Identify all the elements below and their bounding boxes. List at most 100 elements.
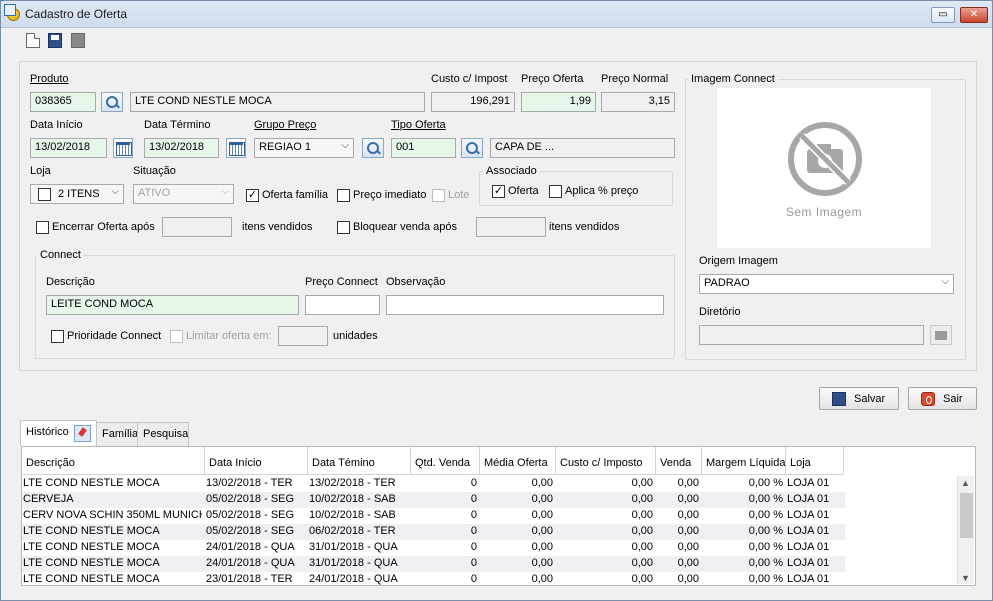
- aplica-preco-label: Aplica % preço: [565, 185, 639, 197]
- chevron-down-icon: ⌵: [941, 276, 949, 287]
- oferta-familia-checkbox[interactable]: [246, 189, 259, 202]
- scroll-down-icon[interactable]: ▼: [961, 573, 970, 583]
- column-header[interactable]: Descrição: [22, 447, 205, 475]
- data-inicio-input[interactable]: 13/02/2018: [30, 138, 107, 158]
- table-row[interactable]: LTE COND NESTLE MOCA 24/01/2018 - QUA 31/0…: [22, 540, 845, 556]
- connect-descricao-label: Descrição: [46, 276, 95, 288]
- table-cell: 0,00 %: [748, 557, 783, 569]
- unidades-label: unidades: [333, 330, 378, 342]
- table-cell: 23/01/2018 - TER: [206, 573, 293, 585]
- encerrar-oferta-input[interactable]: [162, 217, 232, 237]
- table-row[interactable]: LTE COND NESTLE MOCA 05/02/2018 - SEG 06/0…: [22, 524, 845, 540]
- bloquear-venda-label: Bloquear venda após: [353, 221, 457, 233]
- data-inicio-calendar-icon[interactable]: [113, 138, 133, 158]
- table-cell: 0,00: [631, 541, 653, 553]
- column-header[interactable]: Média Oferta: [480, 447, 556, 475]
- column-header[interactable]: Data Início: [205, 447, 308, 475]
- column-header[interactable]: Margem Líquida: [702, 447, 786, 475]
- table-cell: 0,00: [677, 541, 699, 553]
- table-row[interactable]: LTE COND NESTLE MOCA 24/01/2018 - QUA 31/0…: [22, 556, 845, 572]
- limitar-oferta-input[interactable]: [278, 326, 328, 346]
- produto-code-input[interactable]: 038365: [30, 92, 96, 112]
- observacao-input[interactable]: [386, 295, 664, 315]
- diretorio-input[interactable]: [699, 325, 924, 345]
- table-row[interactable]: CERVEJA 05/02/2018 - SEG 10/02/2018 - SAB 0…: [22, 492, 845, 508]
- scroll-thumb[interactable]: [960, 493, 973, 538]
- preco-oferta-input[interactable]: 1,99: [521, 92, 596, 112]
- table-cell: 0,00: [531, 541, 553, 553]
- encerrar-oferta-label: Encerrar Oferta após: [52, 221, 155, 233]
- exit-icon: [921, 392, 935, 406]
- pin-icon[interactable]: [74, 425, 91, 442]
- table-cell: 0,00: [631, 509, 653, 521]
- save-button[interactable]: Salvar: [819, 387, 899, 410]
- connect-title: Connect: [37, 249, 84, 261]
- tab-pesquisa[interactable]: Pesquisa: [137, 422, 189, 446]
- close-button[interactable]: ✕: [960, 7, 988, 23]
- data-termino-calendar-icon[interactable]: [226, 138, 246, 158]
- tipo-oferta-search-icon[interactable]: [461, 138, 483, 158]
- table-cell: 0,00: [631, 557, 653, 569]
- scroll-up-icon[interactable]: ▲: [961, 478, 970, 488]
- bloquear-venda-input[interactable]: [476, 217, 546, 237]
- diretorio-label: Diretório: [699, 306, 741, 318]
- produto-search-icon[interactable]: [101, 92, 123, 112]
- lote-checkbox[interactable]: [432, 189, 445, 202]
- preco-connect-input[interactable]: [305, 295, 380, 315]
- produto-label: Produto: [30, 73, 69, 85]
- exit-button[interactable]: Sair: [908, 387, 977, 410]
- table-cell: LOJA 01: [787, 541, 830, 553]
- table-cell: 0,00: [677, 557, 699, 569]
- table-cell: LOJA 01: [787, 509, 830, 521]
- delete-icon[interactable]: [71, 33, 85, 48]
- table-cell: 0: [470, 557, 477, 569]
- loja-checkbox[interactable]: [38, 188, 51, 201]
- table-row[interactable]: CERV NOVA SCHIN 350ML MUNICH 05/02/2018 -…: [22, 508, 845, 524]
- table-row[interactable]: LTE COND NESTLE MOCA 13/02/2018 - TER 13/0…: [22, 476, 845, 492]
- chevron-down-icon: ⌵: [341, 140, 349, 151]
- tipo-oferta-code-input[interactable]: 001: [391, 138, 456, 158]
- data-termino-input[interactable]: 13/02/2018: [144, 138, 219, 158]
- table-cell: 24/01/2018 - QUA: [309, 573, 398, 585]
- save-disk-icon[interactable]: [48, 33, 62, 48]
- associado-oferta-checkbox[interactable]: [492, 185, 505, 198]
- table-row[interactable]: LTE COND NESTLE MOCA 23/01/2018 - TER 24/0…: [22, 572, 845, 585]
- encerrar-oferta-checkbox[interactable]: [36, 221, 49, 234]
- tab-familia[interactable]: Família: [96, 422, 138, 446]
- new-document-icon[interactable]: [26, 33, 40, 48]
- table-cell: LTE COND NESTLE MOCA: [23, 541, 160, 553]
- history-scrollbar[interactable]: ▲ ▼: [957, 476, 974, 584]
- prioridade-connect-checkbox[interactable]: [51, 330, 64, 343]
- table-cell: 0,00: [677, 525, 699, 537]
- table-cell: LOJA 01: [787, 477, 830, 489]
- associado-title: Associado: [483, 165, 540, 177]
- aplica-preco-checkbox[interactable]: [549, 185, 562, 198]
- table-cell: 0,00 %: [748, 525, 783, 537]
- column-header[interactable]: Loja: [786, 447, 844, 475]
- table-cell: CERV NOVA SCHIN 350ML MUNICH: [23, 509, 202, 521]
- loja-select[interactable]: 2 ITENS ⌵: [30, 184, 124, 204]
- column-header[interactable]: Custo c/ Imposto: [556, 447, 656, 475]
- window-title: Cadastro de Oferta: [25, 7, 128, 21]
- grupo-preco-search-icon[interactable]: [362, 138, 384, 158]
- limitar-oferta-checkbox[interactable]: [170, 330, 183, 343]
- folder-icon[interactable]: [930, 325, 952, 345]
- restore-button[interactable]: ▭: [931, 7, 955, 23]
- table-cell: 13/02/2018 - TER: [206, 477, 293, 489]
- product-image-box[interactable]: Sem Imagem: [717, 88, 931, 248]
- column-header[interactable]: Venda: [656, 447, 702, 475]
- situacao-select[interactable]: ATIVO ⌵: [133, 184, 234, 204]
- data-inicio-label: Data Início: [30, 119, 83, 131]
- lote-label: Lote: [448, 189, 470, 201]
- column-header[interactable]: Qtd. Venda: [411, 447, 480, 475]
- table-cell: 06/02/2018 - TER: [309, 525, 396, 537]
- grupo-preco-select[interactable]: REGIAO 1 ⌵: [254, 138, 354, 158]
- table-cell: 10/02/2018 - SAB: [309, 493, 396, 505]
- table-cell: 0: [470, 477, 477, 489]
- origem-imagem-select[interactable]: PADRAO ⌵: [699, 274, 954, 294]
- preco-imediato-checkbox[interactable]: [337, 189, 350, 202]
- column-header[interactable]: Data Témino: [308, 447, 411, 475]
- bloquear-venda-checkbox[interactable]: [337, 221, 350, 234]
- connect-descricao-input[interactable]: LEITE COND MOCA: [46, 295, 299, 315]
- chevron-down-icon: ⌵: [221, 186, 229, 197]
